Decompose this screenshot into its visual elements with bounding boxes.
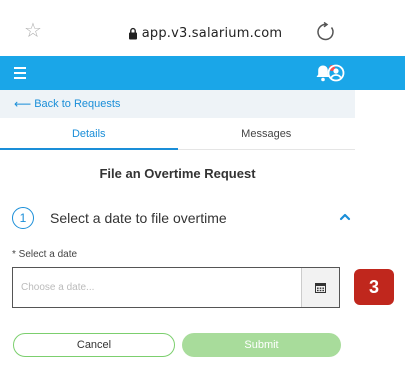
back-to-requests-link[interactable]: ⟵ Back to Requests [14, 96, 121, 111]
chevron-up-icon[interactable] [338, 210, 352, 224]
step-label: Select a date to file overtime [50, 210, 227, 226]
arrow-left-icon: ⟵ [14, 96, 32, 111]
date-input[interactable] [13, 268, 301, 307]
lock-icon [128, 27, 137, 39]
step-header[interactable]: 1 Select a date to file overtime [12, 207, 352, 231]
url-text: app.v3.salarium.com [141, 25, 283, 41]
step-badge: 3 [354, 269, 394, 305]
tab-bar: Details Messages [0, 120, 355, 150]
page-title: File an Overtime Request [99, 166, 256, 181]
back-link-label: Back to Requests [34, 98, 121, 110]
star-icon[interactable]: ☆ [24, 21, 44, 41]
app-header [0, 56, 405, 90]
user-circle-icon[interactable] [327, 64, 345, 82]
date-picker [12, 267, 340, 308]
reload-icon[interactable] [315, 21, 337, 43]
address-bar[interactable]: app.v3.salarium.com [120, 23, 290, 43]
calendar-button[interactable] [301, 268, 339, 307]
hamburger-menu-icon[interactable] [14, 67, 26, 79]
back-bar: ⟵ Back to Requests [0, 90, 355, 118]
date-field-label: * Select a date [12, 249, 78, 260]
tab-details[interactable]: Details [0, 120, 178, 150]
cancel-button[interactable]: Cancel [13, 333, 175, 357]
calendar-icon [315, 283, 326, 293]
submit-button[interactable]: Submit [182, 333, 341, 357]
step-number: 1 [12, 207, 34, 229]
browser-bar: ☆ app.v3.salarium.com [0, 0, 405, 44]
tab-messages[interactable]: Messages [177, 120, 355, 150]
